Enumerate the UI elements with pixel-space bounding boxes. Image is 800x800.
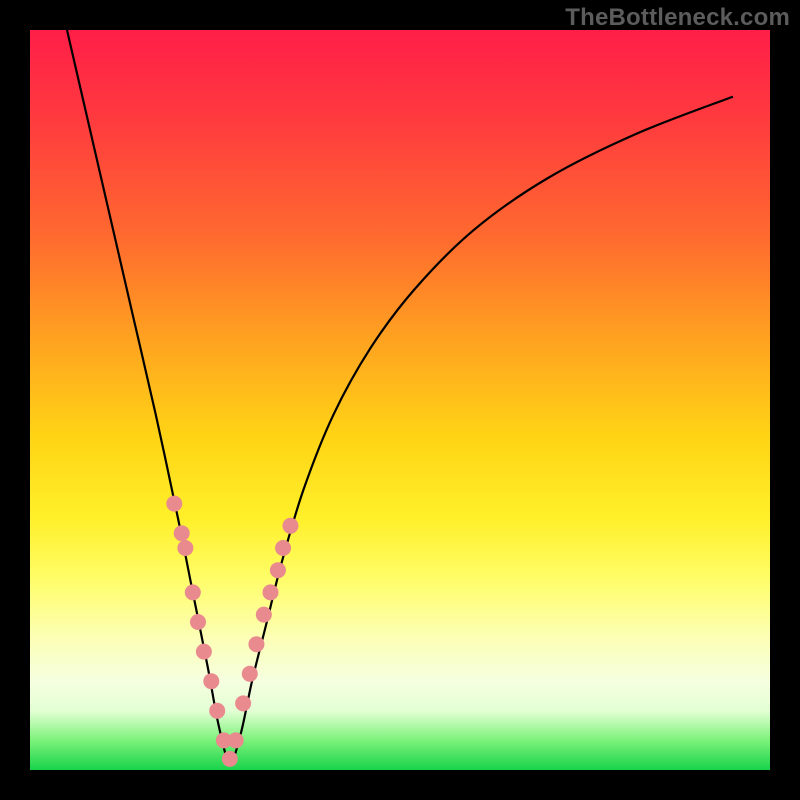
watermark-text: TheBottleneck.com <box>565 4 790 32</box>
config-dot <box>177 540 193 556</box>
config-dot <box>196 644 212 660</box>
config-dot <box>263 584 279 600</box>
config-dot <box>209 703 225 719</box>
config-dot <box>242 666 258 682</box>
config-dot <box>282 518 298 534</box>
config-dot <box>166 496 182 512</box>
config-dot <box>248 636 264 652</box>
config-dot <box>235 695 251 711</box>
chart-svg <box>30 30 770 770</box>
config-dot <box>222 751 238 767</box>
config-dot <box>256 607 272 623</box>
config-dot <box>270 562 286 578</box>
config-dot <box>190 614 206 630</box>
config-dot <box>275 540 291 556</box>
config-dot <box>174 525 190 541</box>
config-dot <box>203 673 219 689</box>
bottleneck-curve <box>67 30 733 763</box>
config-dot <box>228 732 244 748</box>
highlight-dots <box>166 496 298 767</box>
config-dot <box>185 584 201 600</box>
plot-area <box>30 30 770 770</box>
outer-frame: TheBottleneck.com <box>0 0 800 800</box>
